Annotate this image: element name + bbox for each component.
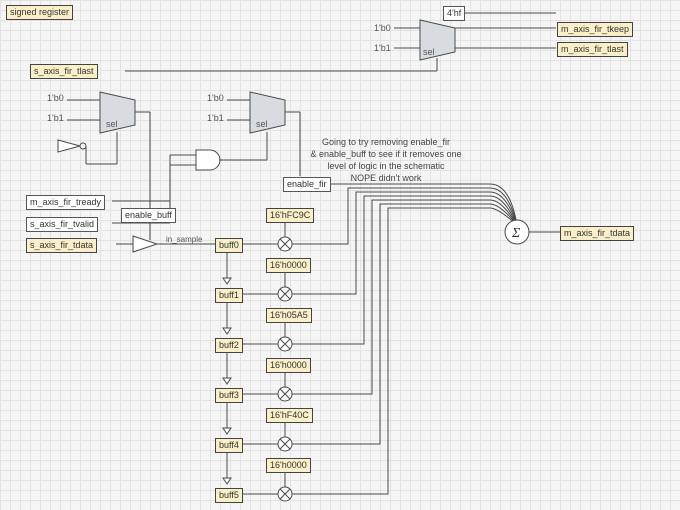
- port-s-axis-fir-tvalid[interactable]: s_axis_fir_tvalid: [26, 217, 98, 232]
- signed-register-label: signed register: [6, 5, 73, 20]
- reg-buff4[interactable]: buff4: [215, 438, 243, 453]
- reg-buff0[interactable]: buff0: [215, 238, 243, 253]
- comment-line-4: NOPE didn't work: [351, 173, 422, 183]
- port-m-axis-fir-tdata[interactable]: m_axis_fir_tdata: [560, 226, 634, 241]
- const-1b0-a: 1'b0: [374, 23, 391, 33]
- coef-4[interactable]: 16'hF40C: [266, 408, 313, 423]
- reg-buff3[interactable]: buff3: [215, 388, 243, 403]
- constant-4hf: 4'hf: [443, 6, 465, 21]
- const-1b0-c: 1'b0: [207, 93, 224, 103]
- sel-label-2: sel: [106, 119, 118, 129]
- comment-line-2: & enable_buff to see if it removes one: [311, 149, 462, 159]
- const-1b0-b: 1'b0: [47, 93, 64, 103]
- svg-text:Σ: Σ: [511, 226, 521, 241]
- schematic-canvas[interactable]: Σ signed register 4'hf m_axis_fir_tkeep …: [0, 0, 680, 510]
- const-1b1-a: 1'b1: [374, 43, 391, 53]
- coef-0[interactable]: 16'hFC9C: [266, 208, 314, 223]
- port-m-axis-fir-tlast[interactable]: m_axis_fir_tlast: [557, 42, 628, 57]
- port-s-axis-fir-tlast[interactable]: s_axis_fir_tlast: [30, 64, 98, 79]
- port-m-axis-fir-tkeep[interactable]: m_axis_fir_tkeep: [557, 22, 633, 37]
- reg-buff1[interactable]: buff1: [215, 288, 243, 303]
- sel-label-3: sel: [256, 119, 268, 129]
- reg-buff5[interactable]: buff5: [215, 488, 243, 503]
- const-1b1-c: 1'b1: [207, 113, 224, 123]
- diagram-svg: Σ: [0, 0, 680, 510]
- net-in-sample: in_sample: [166, 235, 202, 244]
- const-1b1-b: 1'b1: [47, 113, 64, 123]
- sel-label-1: sel: [423, 47, 435, 57]
- coef-5[interactable]: 16'h0000: [266, 458, 311, 473]
- port-s-axis-fir-tdata[interactable]: s_axis_fir_tdata: [26, 238, 97, 253]
- comment-line-3: level of logic in the schematic: [327, 161, 444, 171]
- reg-buff2[interactable]: buff2: [215, 338, 243, 353]
- net-enable-buff[interactable]: enable_buff: [121, 208, 176, 223]
- port-m-axis-fir-tready[interactable]: m_axis_fir_tready: [26, 195, 105, 210]
- net-enable-fir[interactable]: enable_fir: [283, 177, 331, 192]
- coef-1[interactable]: 16'h0000: [266, 258, 311, 273]
- coef-3[interactable]: 16'h0000: [266, 358, 311, 373]
- comment-line-1: Going to try removing enable_fir: [322, 137, 450, 147]
- coef-2[interactable]: 16'h05A5: [266, 308, 312, 323]
